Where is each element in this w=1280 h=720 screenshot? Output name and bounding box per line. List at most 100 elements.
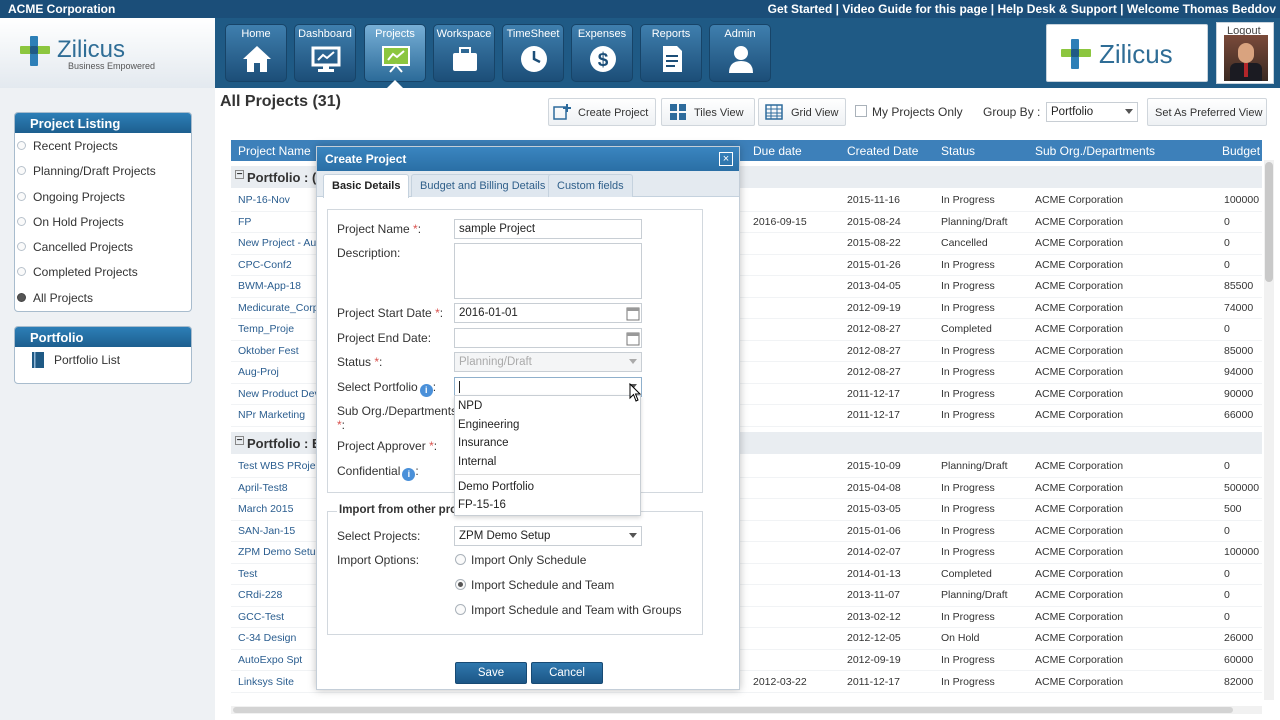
- cell-name[interactable]: CRdi-228: [238, 589, 318, 601]
- collapse-icon[interactable]: −: [235, 170, 244, 180]
- info-icon[interactable]: i: [419, 384, 433, 397]
- nav-reports[interactable]: Reports: [640, 24, 702, 82]
- cell-name[interactable]: GCC-Test: [238, 611, 318, 623]
- nav-admin[interactable]: Admin: [709, 24, 771, 82]
- calendar-icon[interactable]: [626, 305, 640, 321]
- cell-name[interactable]: New Project - Au: [238, 237, 318, 249]
- logo-tagline: Business Empowered: [68, 61, 156, 71]
- portfolio-panel: Portfolio Portfolio List: [14, 326, 192, 384]
- cell-name[interactable]: CPC-Conf2: [238, 259, 318, 271]
- sidebar-item-all[interactable]: All Projects: [15, 285, 191, 310]
- portfolio-option[interactable]: Insurance: [458, 437, 509, 449]
- sidebar-item-portfolio-list[interactable]: Portfolio List: [15, 347, 191, 372]
- col-due-date[interactable]: Due date: [753, 144, 802, 158]
- group-by-select[interactable]: Portfolio: [1046, 102, 1138, 122]
- nav-timesheet[interactable]: TimeSheet: [502, 24, 564, 82]
- tab-custom-fields[interactable]: Custom fields: [548, 174, 633, 197]
- sidebar-item-ongoing[interactable]: Ongoing Projects: [15, 184, 191, 209]
- grid-view-button[interactable]: Grid View: [758, 98, 846, 126]
- cell-name[interactable]: BWM-App-18: [238, 280, 318, 292]
- sidebar-item-planning[interactable]: Planning/Draft Projects: [15, 158, 191, 183]
- cell-created: 2012-09-19: [847, 301, 901, 314]
- help-links[interactable]: Get Started | Video Guide for this page …: [768, 2, 1276, 16]
- cell-created: 2012-08-27: [847, 323, 901, 335]
- col-created-date[interactable]: Created Date: [847, 144, 918, 158]
- project-listing-title: Project Listing: [15, 113, 191, 133]
- save-button[interactable]: Save: [455, 662, 527, 684]
- start-date-input[interactable]: 2016-01-01: [454, 303, 642, 323]
- my-projects-only-toggle[interactable]: My Projects Only: [849, 98, 969, 126]
- select-projects-select[interactable]: ZPM Demo Setup: [454, 526, 642, 546]
- nav-projects[interactable]: Projects: [364, 24, 426, 82]
- set-preferred-view-button[interactable]: Set As Preferred View: [1147, 98, 1267, 126]
- radio-import-schedule-team[interactable]: [455, 579, 466, 590]
- cell-name[interactable]: ZPM Demo Setup: [238, 546, 318, 558]
- cell-status: In Progress: [941, 409, 995, 421]
- logo-text: Zilicus: [1099, 39, 1173, 69]
- radio-import-schedule[interactable]: [455, 554, 466, 565]
- cell-budget: 0: [1224, 524, 1230, 537]
- portfolio-select[interactable]: [454, 377, 642, 397]
- cell-created: 2011-12-17: [847, 675, 900, 688]
- my-projects-checkbox[interactable]: [855, 105, 867, 117]
- create-project-button[interactable]: Create Project: [548, 98, 656, 126]
- portfolio-option[interactable]: Demo Portfolio: [458, 481, 534, 493]
- cell-name[interactable]: C-34 Design: [238, 632, 318, 644]
- sidebar-item-completed[interactable]: Completed Projects: [15, 259, 191, 284]
- nav-workspace[interactable]: Workspace: [433, 24, 495, 82]
- portfolio-option[interactable]: FP-15-16: [458, 499, 506, 511]
- portfolio-option[interactable]: Engineering: [458, 419, 519, 431]
- sidebar-item-recent[interactable]: Recent Projects: [15, 133, 191, 158]
- calendar-icon[interactable]: [626, 330, 640, 346]
- nav-expenses[interactable]: Expenses $: [571, 24, 633, 82]
- project-name-input[interactable]: sample Project: [454, 219, 642, 239]
- cell-name[interactable]: April-Test8: [238, 482, 318, 494]
- cell-name[interactable]: Test: [238, 568, 318, 580]
- cell-name[interactable]: Linksys Site: [238, 676, 318, 688]
- end-date-label: Project End Date:: [337, 331, 432, 345]
- col-status[interactable]: Status: [941, 144, 975, 158]
- cell-name[interactable]: Temp_Proje: [238, 323, 318, 335]
- cell-budget: 85000: [1224, 344, 1254, 357]
- cell-name[interactable]: AutoExpo Spt: [238, 654, 318, 666]
- logout-button[interactable]: Logout: [1216, 22, 1274, 84]
- cell-org: ACME Corporation: [1035, 610, 1124, 623]
- cell-name[interactable]: Aug-Proj: [238, 366, 318, 378]
- portfolio-option[interactable]: NPD: [458, 400, 482, 412]
- cell-name[interactable]: March 2015: [238, 503, 318, 515]
- cell-name[interactable]: Oktober Fest: [238, 345, 318, 357]
- nav-home[interactable]: Home: [225, 24, 287, 82]
- col-project-name[interactable]: Project Name: [238, 144, 311, 158]
- tab-basic-details[interactable]: Basic Details: [323, 174, 410, 198]
- zilicus-logo[interactable]: Zilicus Business Empowered: [0, 18, 215, 88]
- sidebar-item-cancelled[interactable]: Cancelled Projects: [15, 234, 191, 259]
- horizontal-scrollbar[interactable]: [231, 706, 1262, 714]
- cell-name[interactable]: Medicurate_Corp: [238, 302, 318, 314]
- radio-import-schedule-team-groups[interactable]: [455, 604, 466, 615]
- portfolio-dropdown-list: NPD Engineering Insurance Internal Demo …: [454, 395, 641, 516]
- vertical-scrollbar[interactable]: [1264, 160, 1274, 700]
- chevron-down-icon: [1125, 109, 1133, 114]
- collapse-icon[interactable]: −: [235, 436, 244, 446]
- portfolio-option[interactable]: Internal: [458, 456, 496, 468]
- nav-dashboard[interactable]: Dashboard: [294, 24, 356, 82]
- cell-name[interactable]: New Product Dev: [238, 388, 318, 400]
- info-icon[interactable]: i: [402, 468, 416, 481]
- close-icon[interactable]: ×: [719, 152, 733, 166]
- tab-budget-billing[interactable]: Budget and Billing Details: [411, 174, 555, 197]
- sidebar-item-on-hold[interactable]: On Hold Projects: [15, 209, 191, 234]
- cell-name[interactable]: FP: [238, 216, 318, 228]
- description-textarea[interactable]: [454, 243, 642, 299]
- cancel-button[interactable]: Cancel: [531, 662, 603, 684]
- cell-name[interactable]: SAN-Jan-15: [238, 525, 318, 537]
- user-icon: [729, 46, 753, 73]
- col-budget[interactable]: Budget: [1222, 144, 1260, 158]
- col-sub-org[interactable]: Sub Org./Departments: [1035, 144, 1155, 158]
- cell-name[interactable]: Test WBS PRoject: [238, 460, 318, 472]
- tiles-view-button[interactable]: Tiles View: [661, 98, 755, 126]
- end-date-input[interactable]: [454, 328, 642, 348]
- cell-name[interactable]: NP-16-Nov: [238, 194, 318, 206]
- cell-status: In Progress: [941, 387, 995, 400]
- cell-name[interactable]: NPr Marketing: [238, 409, 318, 421]
- cell-due: 2012-03-22: [753, 675, 807, 688]
